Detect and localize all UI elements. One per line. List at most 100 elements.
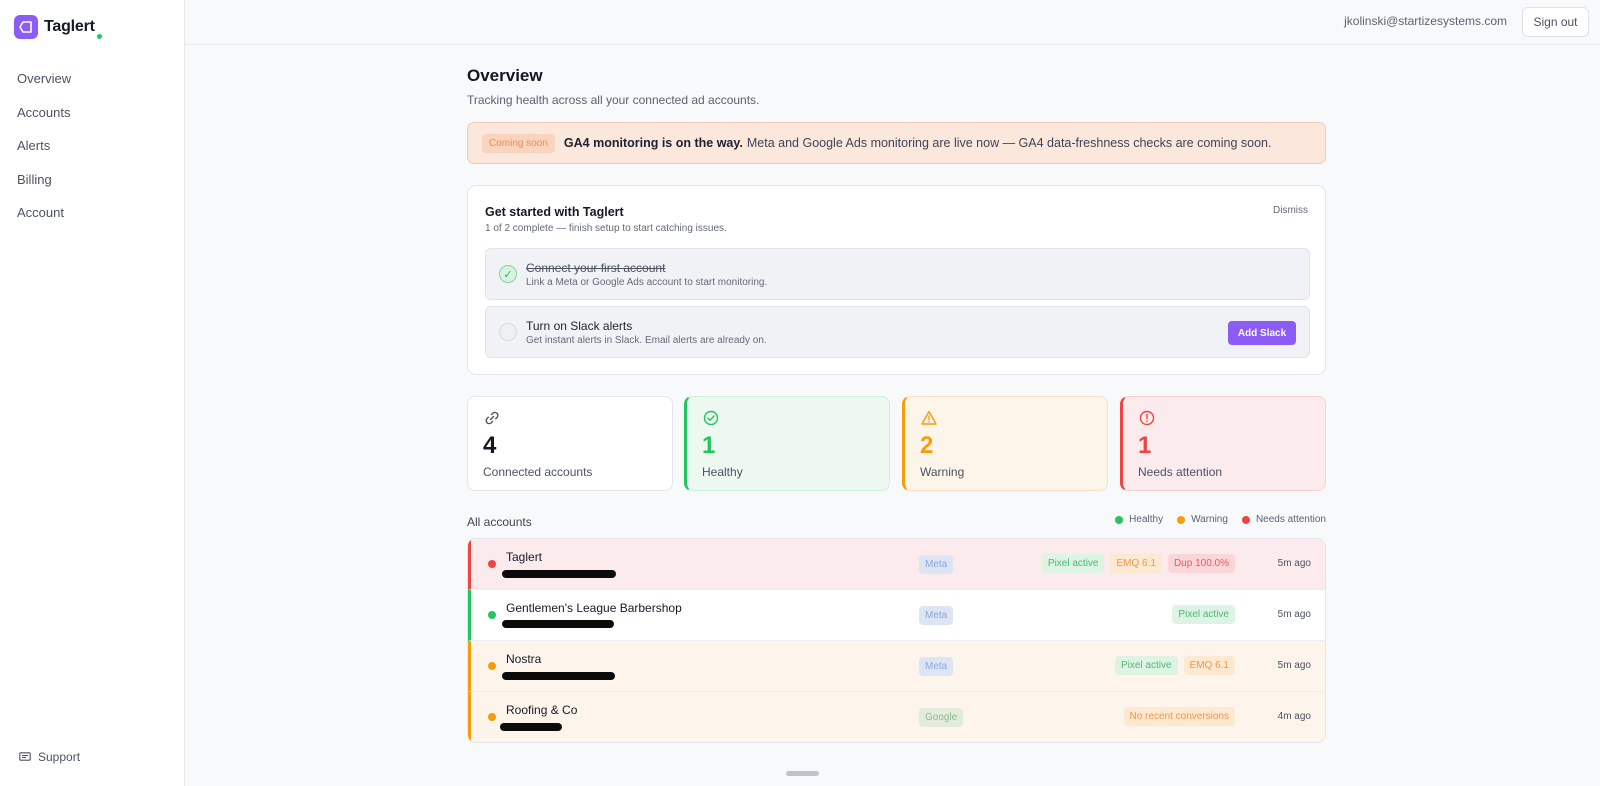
setup-progress: 1 of 2 complete — finish setup to start … [485,223,727,234]
status-chips: No recent conversions [1118,707,1235,726]
status-dot-icon [488,611,496,619]
empty-circle-icon [499,323,517,341]
legend-healthy: Healthy [1115,514,1163,525]
brand-name: Taglert [44,18,95,35]
alert-circle-icon [1139,410,1155,426]
brand[interactable]: Taglert [14,15,95,39]
warning-triangle-icon [921,410,937,425]
legend-warning: Warning [1177,514,1228,525]
page-subtitle: Tracking health across all your connecte… [467,93,760,107]
user-email: jkolinski@startizesystems.com [1344,14,1507,28]
legend-label: Healthy [1129,514,1164,525]
banner-text: Meta and Google Ads monitoring are live … [746,136,1272,150]
amber-dot-icon [1177,515,1186,524]
account-name: Gentlemen's League Barbershop [506,601,682,615]
stat-warning[interactable]: 2 Warning [902,396,1108,491]
legend-label: Needs attention [1255,514,1326,525]
redacted-account-id [500,723,562,731]
platform-badge: Meta [919,657,954,676]
sidebar-nav: Overview Accounts Alerts Billing Account [17,71,71,239]
link-icon [485,411,499,425]
sidebar-item-overview[interactable]: Overview [17,71,71,105]
platform-badge: Meta [919,555,954,574]
status-chip: Pixel active [1114,656,1178,675]
platform-badge: Meta [919,606,954,625]
status-chips: Pixel active [1166,605,1235,624]
status-dot-icon [488,713,496,721]
accounts-table: Taglert Meta Pixel active EMQ 6.1 Dup 10… [467,538,1326,743]
status-chip: EMQ 6.1 [1183,656,1235,675]
stat-label: Warning [920,465,965,479]
stat-value: 1 [1138,432,1152,459]
last-checked: 5m ago [1277,660,1311,671]
status-dot-icon [488,662,496,670]
accounts-header: All accounts Healthy Warning Needs atten… [467,513,1326,531]
step-description: Link a Meta or Google Ads account to sta… [526,277,768,288]
stat-healthy[interactable]: 1 Healthy [684,396,890,491]
scroll-handle[interactable] [786,771,819,776]
check-circle-icon [703,410,719,426]
table-row[interactable]: Taglert Meta Pixel active EMQ 6.1 Dup 10… [468,539,1325,590]
coming-soon-badge: Coming soon [482,133,555,153]
last-checked: 5m ago [1277,558,1311,569]
sidebar-item-billing[interactable]: Billing [17,172,71,206]
banner-heading: GA4 monitoring is on the way. [563,136,743,150]
stat-needs-attention[interactable]: 1 Needs attention [1120,396,1326,491]
status-legend: Healthy Warning Needs attention [1101,514,1326,525]
status-chips: Pixel active EMQ 6.1 [1109,656,1235,675]
message-icon [19,751,31,761]
redacted-account-id [502,672,615,680]
brand-status-dot [97,34,102,39]
redacted-account-id [502,570,616,578]
page-title: Overview [467,66,543,85]
status-dot-icon [488,560,496,568]
legend-needs-attention: Needs attention [1241,514,1326,525]
sidebar-item-accounts[interactable]: Accounts [17,105,71,139]
stat-label: Healthy [702,465,743,479]
legend-label: Warning [1191,514,1228,525]
status-chips: Pixel active EMQ 6.1 Dup 100.0% [1036,554,1235,573]
last-checked: 5m ago [1277,609,1311,620]
setup-card: Get started with Taglert 1 of 2 complete… [467,185,1326,375]
step-description: Get instant alerts in Slack. Email alert… [526,335,767,346]
topbar: jkolinski@startizesystems.com Sign out [185,0,1600,45]
status-chip: EMQ 6.1 [1110,554,1162,573]
sign-out-button[interactable]: Sign out [1522,7,1589,37]
taglert-logo-icon [14,15,38,39]
status-chip: Dup 100.0% [1167,554,1235,573]
green-dot-icon [1115,515,1124,524]
support-label: Support [38,750,81,764]
table-row[interactable]: Gentlemen's League Barbershop Meta Pixel… [468,590,1325,641]
account-name: Roofing & Co [506,703,578,717]
stat-label: Needs attention [1138,465,1223,479]
last-checked: 4m ago [1277,711,1311,722]
setup-title: Get started with Taglert [485,205,624,219]
stats-row: 4 Connected accounts 1 Healthy 2 Warning [467,396,1326,491]
sidebar: Taglert Overview Accounts Alerts Billing… [0,0,185,786]
sidebar-item-alerts[interactable]: Alerts [17,138,71,172]
account-name: Nostra [506,652,542,666]
support-link[interactable]: Support [19,750,80,764]
sidebar-item-account[interactable]: Account [17,205,71,239]
stat-value: 2 [920,432,934,459]
ga4-banner: Coming soon GA4 monitoring is on the way… [467,122,1326,164]
add-slack-button[interactable]: Add Slack [1228,321,1296,345]
check-icon: ✓ [499,265,517,283]
dismiss-button[interactable]: Dismiss [1273,205,1308,216]
accounts-title: All accounts [467,515,532,529]
stat-connected-accounts[interactable]: 4 Connected accounts [467,396,673,491]
setup-step-connect-account[interactable]: ✓ Connect your first account Link a Meta… [485,248,1310,300]
setup-step-slack-alerts[interactable]: Turn on Slack alerts Get instant alerts … [485,306,1310,358]
platform-badge: Google [919,708,964,727]
table-row[interactable]: Nostra Meta Pixel active EMQ 6.1 5m ago [468,641,1325,692]
stat-label: Connected accounts [483,465,593,479]
redacted-account-id [502,620,614,628]
table-row[interactable]: Roofing & Co Google No recent conversion… [468,692,1325,742]
status-chip: Pixel active [1041,554,1105,573]
step-title: Connect your first account [526,261,666,275]
status-chip: No recent conversions [1123,707,1235,726]
red-dot-icon [1241,515,1250,524]
stat-value: 4 [483,432,497,459]
step-title: Turn on Slack alerts [526,319,633,333]
stat-value: 1 [702,432,716,459]
